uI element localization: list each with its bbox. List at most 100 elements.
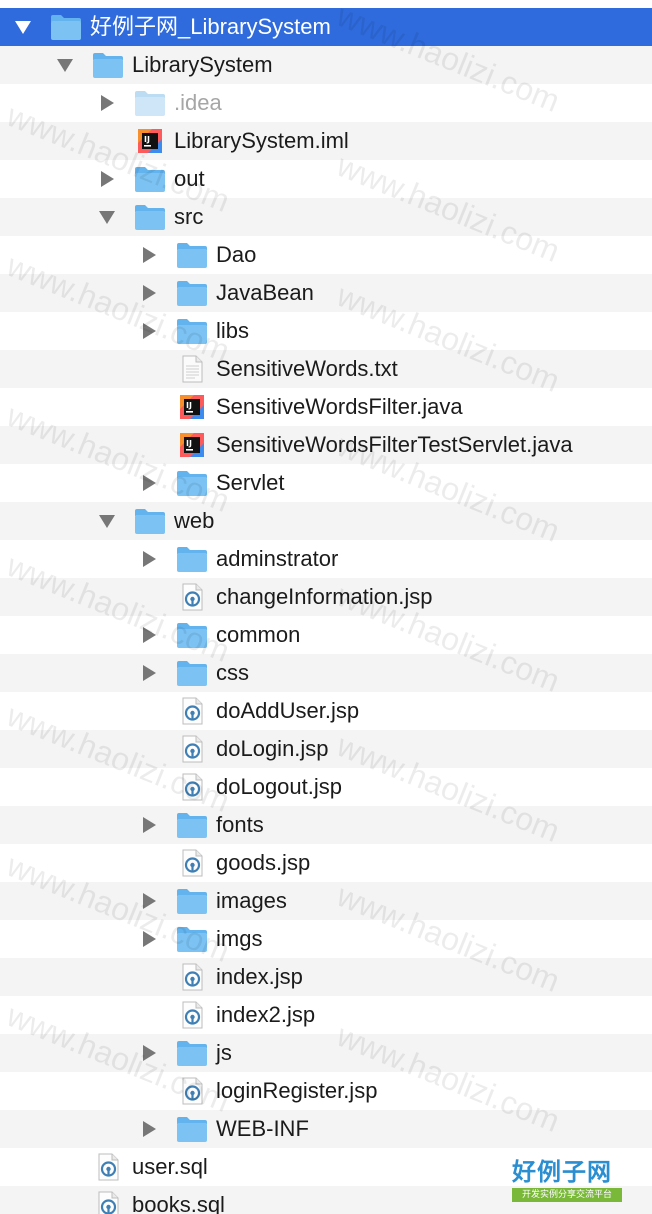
script-file-icon xyxy=(92,1153,124,1181)
folder-icon xyxy=(134,89,166,117)
folder-icon xyxy=(176,1115,208,1143)
intellij-file-icon: IJ xyxy=(134,127,166,155)
tree-row-label: books.sql xyxy=(132,1192,225,1214)
folder-icon xyxy=(134,507,166,535)
tree-row-label: libs xyxy=(216,318,250,343)
tree-row[interactable]: css xyxy=(0,654,652,692)
disclosure-collapsed-icon[interactable] xyxy=(138,920,160,958)
tree-row-label: src xyxy=(174,204,204,229)
disclosure-collapsed-icon[interactable] xyxy=(138,464,160,502)
disclosure-collapsed-icon[interactable] xyxy=(138,274,160,312)
tree-row-label: JavaBean xyxy=(216,280,314,305)
tree-row[interactable]: index2.jsp xyxy=(0,996,652,1034)
tree-row-label: out xyxy=(174,166,205,191)
disclosure-expanded-icon[interactable] xyxy=(12,8,34,46)
disclosure-collapsed-icon[interactable] xyxy=(96,84,118,122)
tree-row[interactable]: WEB-INF xyxy=(0,1110,652,1148)
tree-row[interactable]: doAddUser.jsp xyxy=(0,692,652,730)
tree-row[interactable]: JavaBean xyxy=(0,274,652,312)
intellij-file-icon: IJ xyxy=(176,431,208,459)
disclosure-collapsed-icon[interactable] xyxy=(96,160,118,198)
tree-row-label: goods.jsp xyxy=(216,850,311,875)
text-file-icon xyxy=(176,355,208,383)
tree-row[interactable]: web xyxy=(0,502,652,540)
tree-row-label: LibrarySystem xyxy=(132,52,273,77)
disclosure-expanded-icon[interactable] xyxy=(96,198,118,236)
tree-row[interactable]: images xyxy=(0,882,652,920)
folder-icon xyxy=(176,1039,208,1067)
script-file-icon xyxy=(176,963,208,991)
tree-row[interactable]: doLogout.jsp xyxy=(0,768,652,806)
tree-row[interactable]: libs xyxy=(0,312,652,350)
tree-row-label: WEB-INF xyxy=(216,1116,309,1141)
tree-row-label: web xyxy=(174,508,215,533)
script-file-icon xyxy=(176,583,208,611)
logo-slogan: 开发实例分享交流平台 xyxy=(512,1188,622,1202)
folder-icon xyxy=(176,659,208,687)
folder-icon xyxy=(176,925,208,953)
folder-icon xyxy=(176,317,208,345)
folder-icon xyxy=(176,545,208,573)
script-file-icon xyxy=(176,697,208,725)
tree-row[interactable]: imgs xyxy=(0,920,652,958)
disclosure-collapsed-icon[interactable] xyxy=(138,1034,160,1072)
tree-row[interactable]: loginRegister.jsp xyxy=(0,1072,652,1110)
tree-row-label: doAddUser.jsp xyxy=(216,698,360,723)
folder-icon xyxy=(134,165,166,193)
tree-row-label: SensitiveWordsFilterTestServlet.java xyxy=(216,432,573,457)
disclosure-expanded-icon[interactable] xyxy=(54,46,76,84)
tree-row[interactable]: Dao xyxy=(0,236,652,274)
tree-row-label: loginRegister.jsp xyxy=(216,1078,378,1103)
tree-row[interactable]: goods.jsp xyxy=(0,844,652,882)
tree-row[interactable]: LibrarySystem xyxy=(0,46,652,84)
svg-text:IJ: IJ xyxy=(186,401,192,410)
tree-row[interactable]: common xyxy=(0,616,652,654)
folder-icon xyxy=(50,13,82,41)
tree-row[interactable]: 好例子网_LibrarySystem xyxy=(0,8,652,46)
tree-row-label: index2.jsp xyxy=(216,1002,316,1027)
tree-row[interactable]: src xyxy=(0,198,652,236)
disclosure-collapsed-icon[interactable] xyxy=(138,236,160,274)
script-file-icon xyxy=(176,735,208,763)
tree-row[interactable]: js xyxy=(0,1034,652,1072)
disclosure-collapsed-icon[interactable] xyxy=(138,1110,160,1148)
disclosure-collapsed-icon[interactable] xyxy=(138,540,160,578)
tree-row-label: SensitiveWords.txt xyxy=(216,356,398,381)
tree-row[interactable]: SensitiveWords.txt xyxy=(0,350,652,388)
tree-row[interactable]: IJ LibrarySystem.iml xyxy=(0,122,652,160)
tree-row[interactable]: doLogin.jsp xyxy=(0,730,652,768)
folder-icon xyxy=(134,203,166,231)
folder-icon xyxy=(92,51,124,79)
tree-row-label: LibrarySystem.iml xyxy=(174,128,349,153)
tree-row[interactable]: changeInformation.jsp xyxy=(0,578,652,616)
tree-row[interactable]: Servlet xyxy=(0,464,652,502)
tree-row[interactable]: fonts xyxy=(0,806,652,844)
tree-row-label: changeInformation.jsp xyxy=(216,584,433,609)
disclosure-collapsed-icon[interactable] xyxy=(138,806,160,844)
intellij-file-icon: IJ xyxy=(176,393,208,421)
script-file-icon xyxy=(176,849,208,877)
disclosure-collapsed-icon[interactable] xyxy=(138,654,160,692)
folder-icon xyxy=(176,241,208,269)
script-file-icon xyxy=(92,1191,124,1214)
tree-row-label: user.sql xyxy=(132,1154,208,1179)
tree-row[interactable]: adminstrator xyxy=(0,540,652,578)
script-file-icon xyxy=(176,773,208,801)
tree-row[interactable]: IJ SensitiveWordsFilter.java xyxy=(0,388,652,426)
tree-row-label: fonts xyxy=(216,812,264,837)
disclosure-collapsed-icon[interactable] xyxy=(138,882,160,920)
tree-row[interactable]: out xyxy=(0,160,652,198)
tree-row-label: images xyxy=(216,888,287,913)
tree-row[interactable]: IJ SensitiveWordsFilterTestServlet.java xyxy=(0,426,652,464)
tree-row-label: Dao xyxy=(216,242,257,267)
folder-icon xyxy=(176,621,208,649)
tree-row-label: imgs xyxy=(216,926,263,951)
tree-row[interactable]: .idea xyxy=(0,84,652,122)
disclosure-collapsed-icon[interactable] xyxy=(138,312,160,350)
tree-row[interactable]: index.jsp xyxy=(0,958,652,996)
tree-row-label: js xyxy=(216,1040,232,1065)
disclosure-expanded-icon[interactable] xyxy=(96,502,118,540)
disclosure-collapsed-icon[interactable] xyxy=(138,616,160,654)
tree-row-label: index.jsp xyxy=(216,964,303,989)
tree-row-label: 好例子网_LibrarySystem xyxy=(90,14,331,39)
